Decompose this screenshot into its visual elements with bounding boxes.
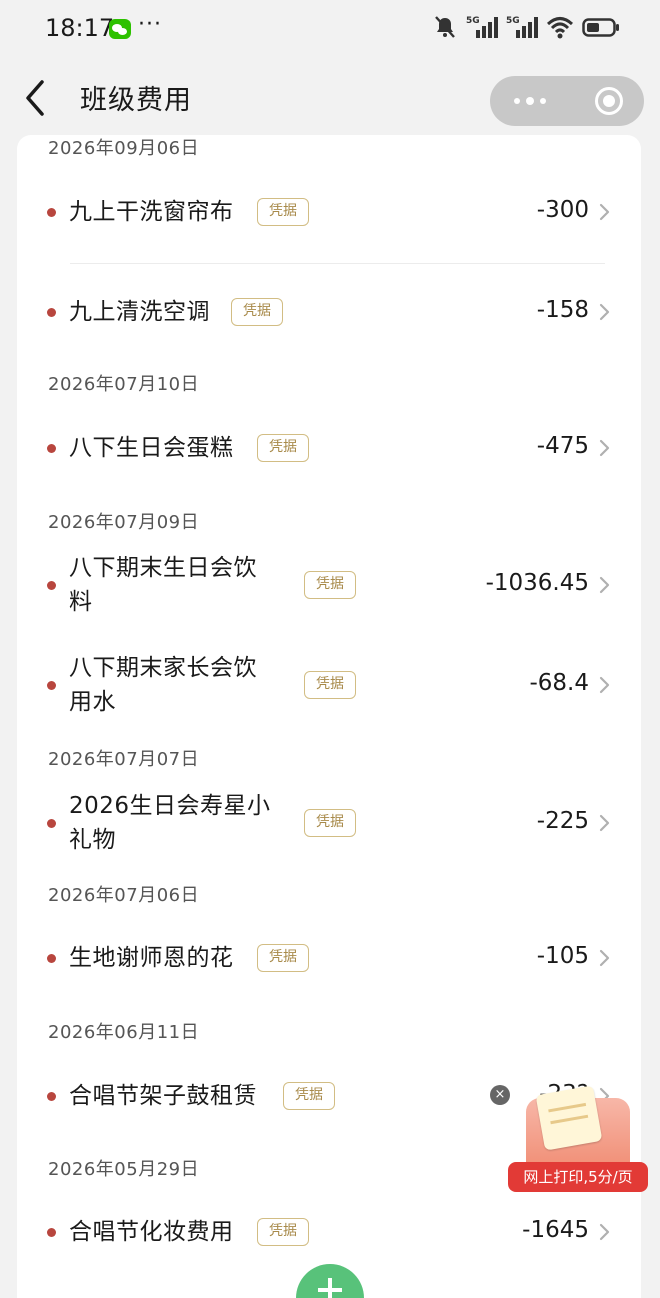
expense-amount: -225 xyxy=(536,808,589,834)
chevron-right-icon xyxy=(597,1220,613,1244)
bullet-dot-icon xyxy=(47,954,56,963)
expense-amount: -158 xyxy=(536,297,589,323)
bullet-dot-icon xyxy=(47,581,56,590)
bullet-dot-icon xyxy=(47,208,56,217)
more-dot-icon xyxy=(540,98,546,104)
expense-row[interactable]: 合唱节化妆费用 凭据 -1645 xyxy=(17,1200,641,1264)
expense-name: 礼物 xyxy=(69,827,116,853)
status-time: 18:17 xyxy=(45,14,115,42)
mute-bell-icon xyxy=(432,14,458,40)
bullet-dot-icon xyxy=(47,681,56,690)
bullet-dot-icon xyxy=(47,308,56,317)
expense-name: 料 xyxy=(69,589,93,615)
expense-amount: -300 xyxy=(536,197,589,223)
expense-name: 用水 xyxy=(69,689,116,715)
more-dot-icon xyxy=(514,98,520,104)
battery-icon xyxy=(582,14,620,40)
date-header: 2026年07月06日 xyxy=(48,885,200,906)
network-label-1: 5G xyxy=(466,16,480,26)
chevron-right-icon xyxy=(597,673,613,697)
printer-paper-icon xyxy=(535,1085,603,1151)
date-header: 2026年07月07日 xyxy=(48,749,200,770)
page-title: 班级费用 xyxy=(80,85,192,116)
back-arrow-icon[interactable] xyxy=(20,78,52,118)
more-dot-icon xyxy=(526,97,534,105)
date-header: 2026年05月29日 xyxy=(48,1159,200,1180)
screen: 18:17 ··· 5G 5G 班级费用 2026年09月06日 九上干洗窗帘布… xyxy=(0,0,660,1298)
receipt-tag-button[interactable]: 凭据 xyxy=(257,198,309,226)
signal-5g-icon: 5G xyxy=(466,14,498,40)
expense-row[interactable]: 2026生日会寿星小 礼物 凭据 -225 xyxy=(17,786,641,860)
expense-name: 八下期末生日会饮 xyxy=(69,555,257,581)
bullet-dot-icon xyxy=(47,444,56,453)
capsule-more-button[interactable] xyxy=(490,76,567,126)
wechat-icon xyxy=(109,19,131,39)
row-divider xyxy=(70,263,605,264)
expense-amount: -1036.45 xyxy=(485,570,589,596)
receipt-tag-button[interactable]: 凭据 xyxy=(283,1082,335,1110)
ad-label: 网上打印,5分/页 xyxy=(508,1162,648,1192)
print-ad-banner[interactable]: 网上打印,5分/页 xyxy=(508,1085,648,1200)
miniprogram-capsule xyxy=(490,76,644,126)
receipt-tag-button[interactable]: 凭据 xyxy=(304,571,356,599)
expense-row[interactable]: 九上清洗空调 凭据 -158 xyxy=(17,280,641,344)
date-header: 2026年07月09日 xyxy=(48,512,200,533)
receipt-tag-button[interactable]: 凭据 xyxy=(231,298,283,326)
expense-amount: -1645 xyxy=(522,1217,589,1243)
expense-name: 2026生日会寿星小 xyxy=(69,793,271,819)
chevron-right-icon xyxy=(597,811,613,835)
wifi-icon xyxy=(546,14,574,40)
bullet-dot-icon xyxy=(47,1228,56,1237)
status-bar: 18:17 ··· 5G 5G xyxy=(0,0,660,62)
expense-name: 九上清洗空调 xyxy=(69,299,210,325)
bullet-dot-icon xyxy=(47,1092,56,1101)
expense-row[interactable]: 八下生日会蛋糕 凭据 -475 xyxy=(17,416,641,480)
chevron-right-icon xyxy=(597,436,613,460)
date-header: 2026年06月11日 xyxy=(48,1022,200,1043)
expense-amount: -105 xyxy=(536,943,589,969)
capsule-close-button[interactable] xyxy=(567,76,644,126)
bullet-dot-icon xyxy=(47,819,56,828)
chevron-right-icon xyxy=(597,200,613,224)
receipt-tag-button[interactable]: 凭据 xyxy=(257,944,309,972)
expense-row[interactable]: 八下期末生日会饮料 凭据 -1036.45 xyxy=(17,548,641,622)
expense-row[interactable]: 九上干洗窗帘布 凭据 -300 xyxy=(17,180,641,244)
status-icons: 5G 5G xyxy=(432,14,620,40)
expense-name: 八下期末家长会饮 xyxy=(69,655,257,681)
receipt-tag-button[interactable]: 凭据 xyxy=(304,671,356,699)
expense-name: 八下生日会蛋糕 xyxy=(69,435,234,461)
nav-bar: 班级费用 xyxy=(0,62,660,136)
expense-amount: -475 xyxy=(536,433,589,459)
receipt-tag-button[interactable]: 凭据 xyxy=(257,434,309,462)
receipt-tag-button[interactable]: 凭据 xyxy=(304,809,356,837)
expense-name: 生地谢师恩的花 xyxy=(69,945,234,971)
date-header: 2026年07月10日 xyxy=(48,374,200,395)
date-header: 2026年09月06日 xyxy=(48,138,200,159)
signal-5g-icon-2: 5G xyxy=(506,14,538,40)
expense-amount: -68.4 xyxy=(529,670,589,696)
expense-row[interactable]: 八下期末家长会饮 用水 凭据 -68.4 xyxy=(17,648,641,722)
expense-name: 合唱节架子鼓租赁 xyxy=(69,1083,257,1109)
receipt-tag-button[interactable]: 凭据 xyxy=(257,1218,309,1246)
chevron-right-icon xyxy=(597,300,613,324)
chevron-right-icon xyxy=(597,573,613,597)
ad-close-button[interactable]: × xyxy=(490,1085,510,1105)
expense-name: 合唱节化妆费用 xyxy=(69,1219,234,1245)
network-label-2: 5G xyxy=(506,16,520,26)
expense-row[interactable]: 生地谢师恩的花 凭据 -105 xyxy=(17,926,641,990)
expense-name: 九上干洗窗帘布 xyxy=(69,199,234,225)
chevron-right-icon xyxy=(597,946,613,970)
more-notifications-icon: ··· xyxy=(138,12,162,37)
